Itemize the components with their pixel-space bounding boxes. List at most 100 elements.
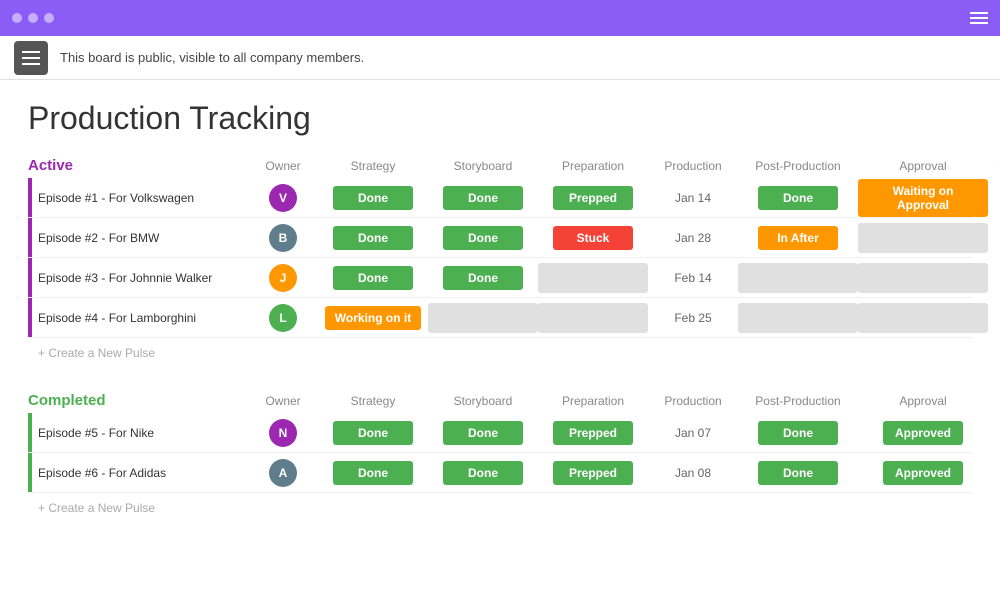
post-production-cell: In After: [738, 226, 858, 250]
gray-placeholder: [858, 303, 988, 333]
completed-section: Completed Owner Strategy Storyboard Prep…: [28, 392, 972, 523]
storyboard-cell: Done: [428, 421, 538, 445]
launch-date-cell: Jan 24: [988, 426, 1000, 440]
approval-badge: Waiting on Approval: [858, 179, 988, 217]
row-name: Episode #4 - For Lamborghini: [28, 311, 248, 325]
storyboard-cell: [428, 303, 538, 333]
storyboard-cell: Done: [428, 226, 538, 250]
table-row: Episode #2 - For BMW B Done Done Stuck J…: [28, 218, 972, 258]
production-cell: Feb 25: [648, 311, 738, 325]
preparation-cell: Prepped: [538, 421, 648, 445]
production-cell: Jan 14: [648, 191, 738, 205]
notice-text: This board is public, visible to all com…: [60, 50, 364, 65]
col-strategy: Strategy: [318, 159, 428, 173]
dot-2: [28, 13, 38, 23]
page-title: Production Tracking: [28, 100, 972, 137]
col-launch-date-c: Launch Date: [988, 394, 1000, 408]
storyboard-badge: Done: [443, 421, 523, 445]
dot-3: [44, 13, 54, 23]
avatar-cell: L: [248, 304, 318, 332]
storyboard-badge: Done: [443, 266, 523, 290]
post-production-badge: Done: [758, 461, 838, 485]
col-approval: Approval: [858, 159, 988, 173]
avatar-cell: N: [248, 419, 318, 447]
col-storyboard: Storyboard: [428, 159, 538, 173]
gray-placeholder: [858, 223, 988, 253]
menu-button[interactable]: [14, 41, 48, 75]
col-post-production-c: Post-Production: [738, 394, 858, 408]
table-row: Episode #4 - For Lamborghini L Working o…: [28, 298, 972, 338]
strategy-cell: Working on it: [318, 306, 428, 330]
avatar-cell: V: [248, 184, 318, 212]
gray-placeholder: [538, 303, 648, 333]
avatar: N: [269, 419, 297, 447]
preparation-badge: Prepped: [553, 461, 633, 485]
avatar: A: [269, 459, 297, 487]
preparation-cell: Prepped: [538, 461, 648, 485]
table-row: Episode #6 - For Adidas A Done Done Prep…: [28, 453, 972, 493]
preparation-badge: Prepped: [553, 421, 633, 445]
strategy-badge: Done: [333, 226, 413, 250]
gray-placeholder: [738, 263, 858, 293]
col-production: Production: [648, 159, 738, 173]
approval-badge: Approved: [883, 461, 963, 485]
strategy-cell: Done: [318, 461, 428, 485]
avatar-cell: B: [248, 224, 318, 252]
active-header-row: Active Owner Strategy Storyboard Prepara…: [28, 157, 972, 174]
storyboard-badge: Done: [443, 186, 523, 210]
storyboard-cell: Done: [428, 186, 538, 210]
strategy-cell: Done: [318, 226, 428, 250]
active-section: Active Owner Strategy Storyboard Prepara…: [28, 157, 972, 368]
col-post-production: Post-Production: [738, 159, 858, 173]
strategy-cell: Done: [318, 186, 428, 210]
preparation-cell: [538, 263, 648, 293]
production-cell: Jan 08: [648, 466, 738, 480]
approval-cell: [858, 223, 988, 253]
production-cell: Jan 07: [648, 426, 738, 440]
row-name: Episode #2 - For BMW: [28, 231, 248, 245]
launch-date-cell: Jan 25: [988, 466, 1000, 480]
gray-placeholder: [428, 303, 538, 333]
gray-placeholder: [858, 263, 988, 293]
strategy-cell: Done: [318, 421, 428, 445]
create-pulse-completed[interactable]: + Create a New Pulse: [28, 493, 972, 523]
table-row: Episode #5 - For Nike N Done Done Preppe…: [28, 413, 972, 453]
strategy-badge: Done: [333, 186, 413, 210]
completed-header-row: Completed Owner Strategy Storyboard Prep…: [28, 392, 972, 409]
storyboard-cell: Done: [428, 461, 538, 485]
create-pulse-active[interactable]: + Create a New Pulse: [28, 338, 972, 368]
col-launch-date: Launch Date: [988, 159, 1000, 173]
col-approval-c: Approval: [858, 394, 988, 408]
strategy-badge: Done: [333, 266, 413, 290]
post-production-cell: [738, 263, 858, 293]
storyboard-cell: Done: [428, 266, 538, 290]
table-row: Episode #3 - For Johnnie Walker J Done D…: [28, 258, 972, 298]
gray-placeholder: [538, 263, 648, 293]
approval-cell: [858, 303, 988, 333]
avatar: B: [269, 224, 297, 252]
col-preparation-c: Preparation: [538, 394, 648, 408]
post-production-badge: In After: [758, 226, 838, 250]
strategy-badge: Working on it: [325, 306, 421, 330]
col-storyboard-c: Storyboard: [428, 394, 538, 408]
table-row: Episode #1 - For Volkswagen V Done Done …: [28, 178, 972, 218]
col-owner-c: Owner: [248, 394, 318, 408]
col-owner: Owner: [248, 159, 318, 173]
main-content: Production Tracking Active Owner Strateg…: [0, 80, 1000, 600]
production-cell: Jan 28: [648, 231, 738, 245]
avatar-cell: A: [248, 459, 318, 487]
production-cell: Feb 14: [648, 271, 738, 285]
preparation-cell: Stuck: [538, 226, 648, 250]
avatar: L: [269, 304, 297, 332]
completed-section-title: Completed: [28, 392, 248, 409]
post-production-badge: Done: [758, 186, 838, 210]
dot-1: [12, 13, 22, 23]
row-name: Episode #3 - For Johnnie Walker: [28, 271, 248, 285]
approval-badge: Approved: [883, 421, 963, 445]
window-controls: [12, 13, 54, 23]
hamburger-icon[interactable]: [970, 12, 988, 24]
preparation-cell: Prepped: [538, 186, 648, 210]
title-bar: [0, 0, 1000, 36]
approval-cell: [858, 263, 988, 293]
approval-cell: Waiting on Approval: [858, 179, 988, 217]
